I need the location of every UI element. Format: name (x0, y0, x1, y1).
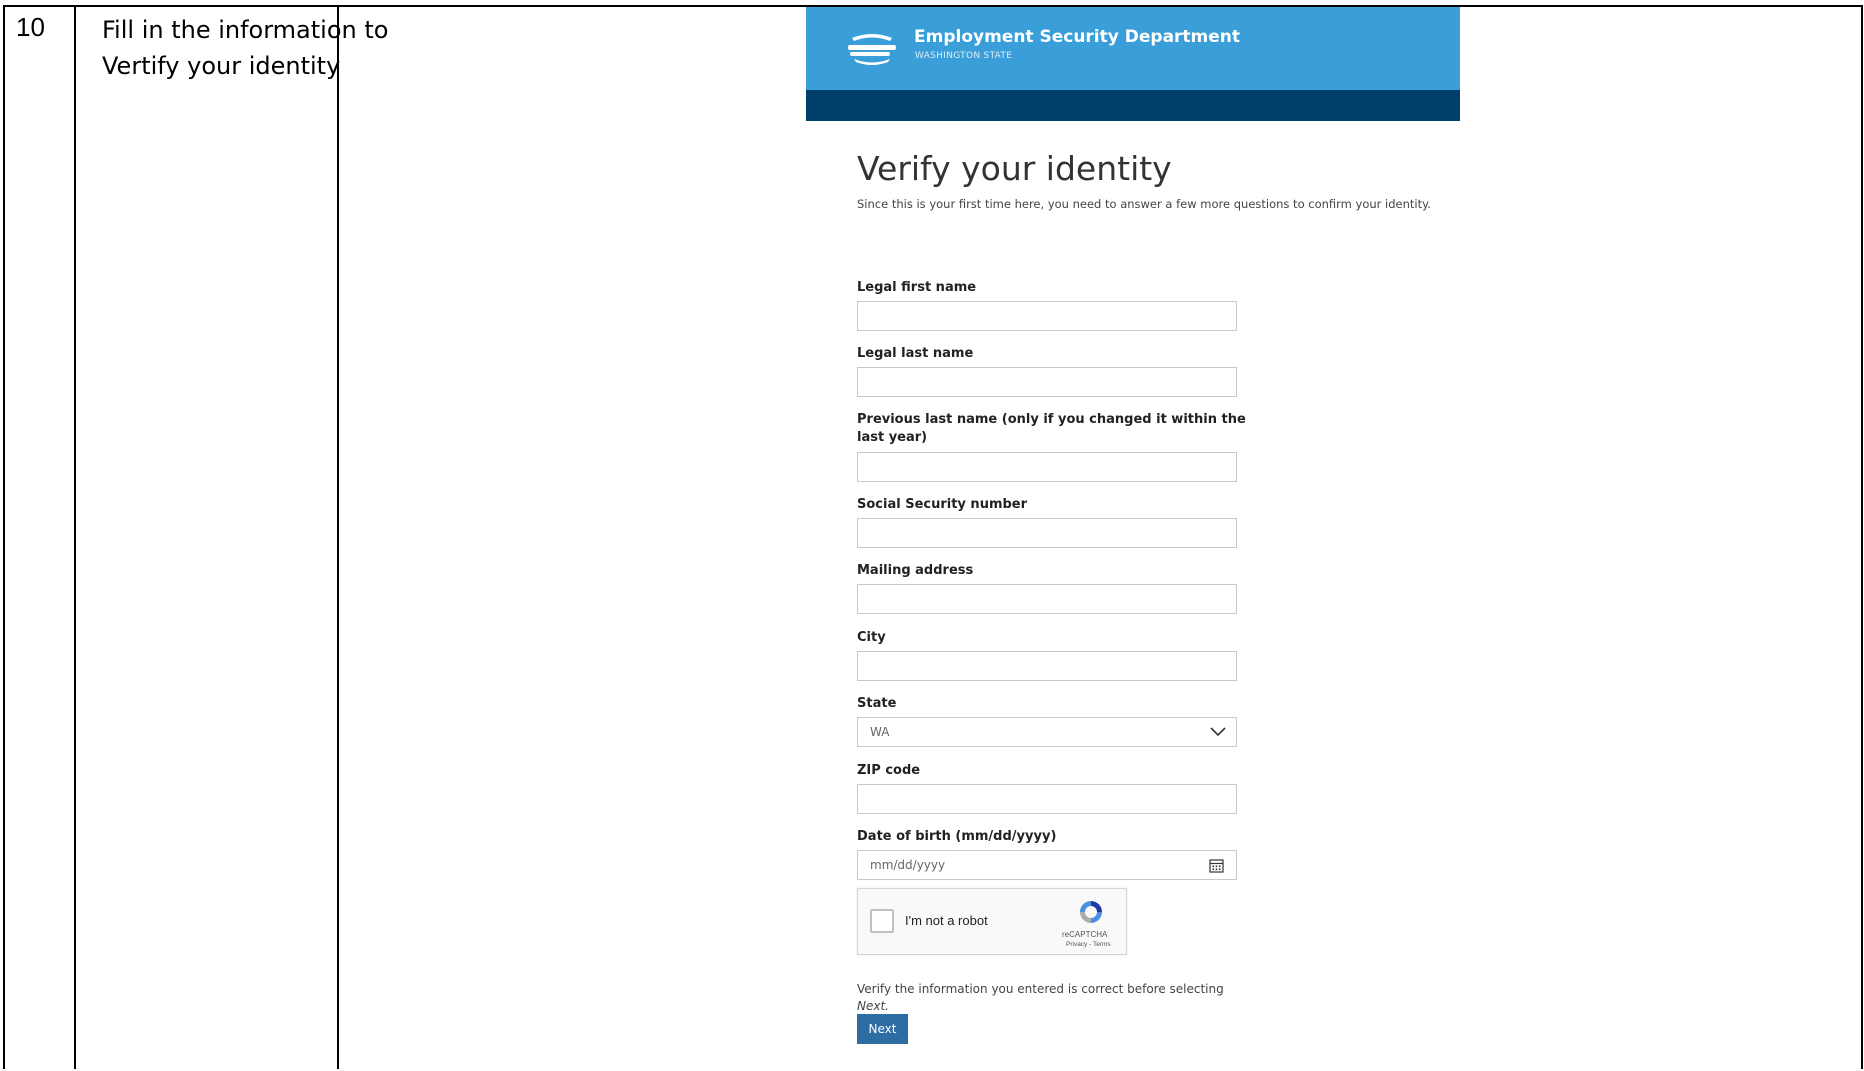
esd-screenshot: Employment Security Department WASHINGTO… (806, 7, 1460, 1071)
mailing-address-input[interactable] (857, 584, 1237, 614)
page-title: Verify your identity (857, 149, 1172, 188)
previous-last-name-label: Previous last name (only if you changed … (857, 412, 1246, 445)
calendar-icon[interactable] (1209, 858, 1224, 873)
mailing-address-label: Mailing address (857, 563, 974, 578)
city-input[interactable] (857, 651, 1237, 681)
page-subtitle: Since this is your first time here, you … (857, 197, 1431, 211)
verify-note-emphasis: Next. (857, 999, 889, 1013)
zip-input[interactable] (857, 784, 1237, 814)
org-subtitle: WASHINGTON STATE (915, 51, 1013, 61)
state-label: State (857, 696, 897, 711)
state-select[interactable]: WA (857, 717, 1237, 747)
header-band (806, 90, 1460, 121)
step-instruction: Fill in the information to Vertify your … (102, 16, 389, 80)
state-selected-value: WA (870, 725, 890, 739)
next-button[interactable]: Next (857, 1014, 908, 1044)
recaptcha-logo-icon (1080, 901, 1102, 923)
last-name-label: Legal last name (857, 346, 974, 361)
ssn-label: Social Security number (857, 497, 1028, 512)
site-header: Employment Security Department WASHINGTO… (806, 7, 1460, 90)
recaptcha-checkbox[interactable] (870, 909, 894, 933)
previous-last-name-input[interactable] (857, 452, 1237, 482)
column-divider-2 (337, 7, 339, 1069)
recaptcha-links[interactable]: Privacy - Terms (1066, 941, 1111, 948)
chevron-down-icon (1210, 727, 1226, 737)
ssn-input[interactable] (857, 518, 1237, 548)
dob-label: Date of birth (mm/dd/yyyy) (857, 829, 1057, 844)
last-name-input[interactable] (857, 367, 1237, 397)
dob-input[interactable]: mm/dd/yyyy (857, 850, 1237, 880)
verify-note-text: Verify the information you entered is co… (857, 982, 1224, 996)
step-number: 10 (16, 12, 45, 42)
column-divider-1 (74, 7, 76, 1069)
zip-label: ZIP code (857, 763, 921, 778)
dob-placeholder: mm/dd/yyyy (870, 858, 946, 872)
esd-logo-icon (848, 34, 896, 65)
recaptcha-brand: reCAPTCHA (1062, 930, 1108, 939)
first-name-input[interactable] (857, 301, 1237, 331)
city-label: City (857, 630, 886, 645)
org-name: Employment Security Department (914, 27, 1241, 47)
verify-note: Verify the information you entered is co… (857, 981, 1237, 1015)
first-name-label: Legal first name (857, 280, 977, 295)
recaptcha-label: I'm not a robot (905, 913, 988, 928)
recaptcha-widget: I'm not a robot reCAPTCHA Privacy - Term… (857, 888, 1127, 955)
